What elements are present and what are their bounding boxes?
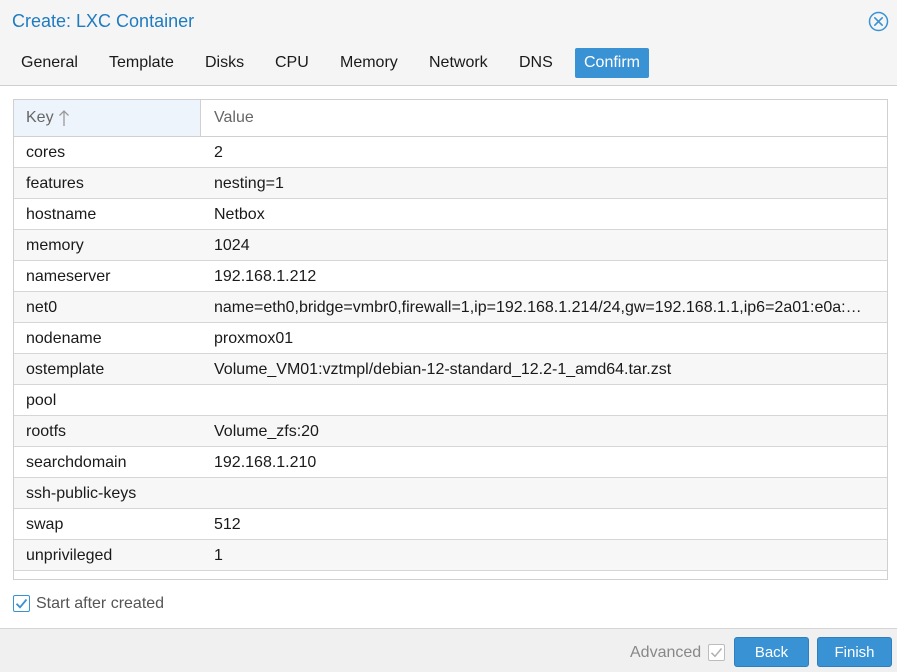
row-value: 1024 bbox=[214, 237, 250, 254]
table-row[interactable]: net0 name=eth0,bridge=vmbr0,firewall=1,i… bbox=[14, 292, 887, 323]
row-value: 192.168.1.212 bbox=[214, 268, 317, 285]
checkbox-checked-icon[interactable] bbox=[13, 595, 30, 612]
row-value: name=eth0,bridge=vmbr0,firewall=1,ip=192… bbox=[214, 299, 862, 316]
advanced-checkbox[interactable] bbox=[708, 644, 725, 661]
row-value: 192.168.1.210 bbox=[214, 454, 317, 471]
tab-dns[interactable]: DNS bbox=[510, 48, 562, 78]
sort-ascending-icon bbox=[58, 109, 70, 127]
tab-template[interactable]: Template bbox=[100, 48, 183, 78]
row-key: cores bbox=[26, 144, 66, 161]
grid-body: cores 2 features nesting=1 hostname Netb… bbox=[14, 137, 887, 571]
row-value: 2 bbox=[214, 144, 223, 161]
table-row[interactable]: features nesting=1 bbox=[14, 168, 887, 199]
window-title: Create: LXC Container bbox=[12, 11, 195, 31]
table-row[interactable]: ostemplate Volume_VM01:vztmpl/debian-12-… bbox=[14, 354, 887, 385]
row-value: nesting=1 bbox=[214, 175, 284, 192]
table-row[interactable]: rootfs Volume_zfs:20 bbox=[14, 416, 887, 447]
table-row[interactable]: swap 512 bbox=[14, 509, 887, 540]
column-header-value-label: Value bbox=[214, 109, 254, 126]
table-row[interactable]: unprivileged 1 bbox=[14, 540, 887, 571]
column-header-value[interactable]: Value bbox=[202, 100, 887, 136]
row-key: nodename bbox=[26, 330, 102, 347]
tab-network[interactable]: Network bbox=[420, 48, 497, 78]
row-key: nameserver bbox=[26, 268, 111, 285]
advanced-label: Advanced bbox=[630, 644, 702, 661]
row-value: 1 bbox=[214, 547, 223, 564]
table-row[interactable]: ssh-public-keys bbox=[14, 478, 887, 509]
table-row[interactable]: pool bbox=[14, 385, 887, 416]
table-row[interactable]: nameserver 192.168.1.212 bbox=[14, 261, 887, 292]
row-key: rootfs bbox=[26, 423, 67, 440]
grid-header: Key Value bbox=[14, 100, 887, 137]
row-key: searchdomain bbox=[26, 454, 127, 471]
row-value: Volume_VM01:vztmpl/debian-12-standard_12… bbox=[214, 361, 672, 378]
back-button[interactable]: Back bbox=[734, 637, 809, 667]
tab-cpu[interactable]: CPU bbox=[266, 48, 318, 78]
table-row[interactable]: cores 2 bbox=[14, 137, 887, 168]
start-after-created-label: Start after created bbox=[36, 595, 165, 612]
wizard-tabbar: General Template Disks CPU Memory Networ… bbox=[0, 42, 897, 86]
row-key: pool bbox=[26, 392, 57, 409]
row-value: Volume_zfs:20 bbox=[214, 423, 319, 440]
row-value: 512 bbox=[214, 516, 241, 533]
row-value: proxmox01 bbox=[214, 330, 294, 347]
row-key: swap bbox=[26, 516, 64, 533]
row-key: hostname bbox=[26, 206, 97, 223]
close-icon[interactable] bbox=[868, 11, 889, 32]
tab-disks[interactable]: Disks bbox=[196, 48, 253, 78]
table-row[interactable]: searchdomain 192.168.1.210 bbox=[14, 447, 887, 478]
row-key: net0 bbox=[26, 299, 58, 316]
tab-memory[interactable]: Memory bbox=[331, 48, 407, 78]
row-value: Netbox bbox=[214, 206, 265, 223]
tab-confirm[interactable]: Confirm bbox=[575, 48, 650, 78]
row-key: features bbox=[26, 175, 84, 192]
summary-grid: Key Value cores 2 features nesting=1 hos… bbox=[13, 99, 888, 580]
dialog-footer: Advanced Back Finish bbox=[0, 628, 897, 672]
finish-button[interactable]: Finish bbox=[817, 637, 892, 667]
column-header-key[interactable]: Key bbox=[14, 100, 201, 136]
window-titlebar: Create: LXC Container bbox=[0, 0, 897, 42]
row-key: memory bbox=[26, 237, 84, 254]
column-header-key-label: Key bbox=[26, 109, 54, 126]
table-row[interactable]: nodename proxmox01 bbox=[14, 323, 887, 354]
row-key: unprivileged bbox=[26, 547, 113, 564]
tab-general[interactable]: General bbox=[12, 48, 87, 78]
row-key: ssh-public-keys bbox=[26, 485, 137, 502]
row-key: ostemplate bbox=[26, 361, 105, 378]
table-row[interactable]: hostname Netbox bbox=[14, 199, 887, 230]
table-row[interactable]: memory 1024 bbox=[14, 230, 887, 261]
